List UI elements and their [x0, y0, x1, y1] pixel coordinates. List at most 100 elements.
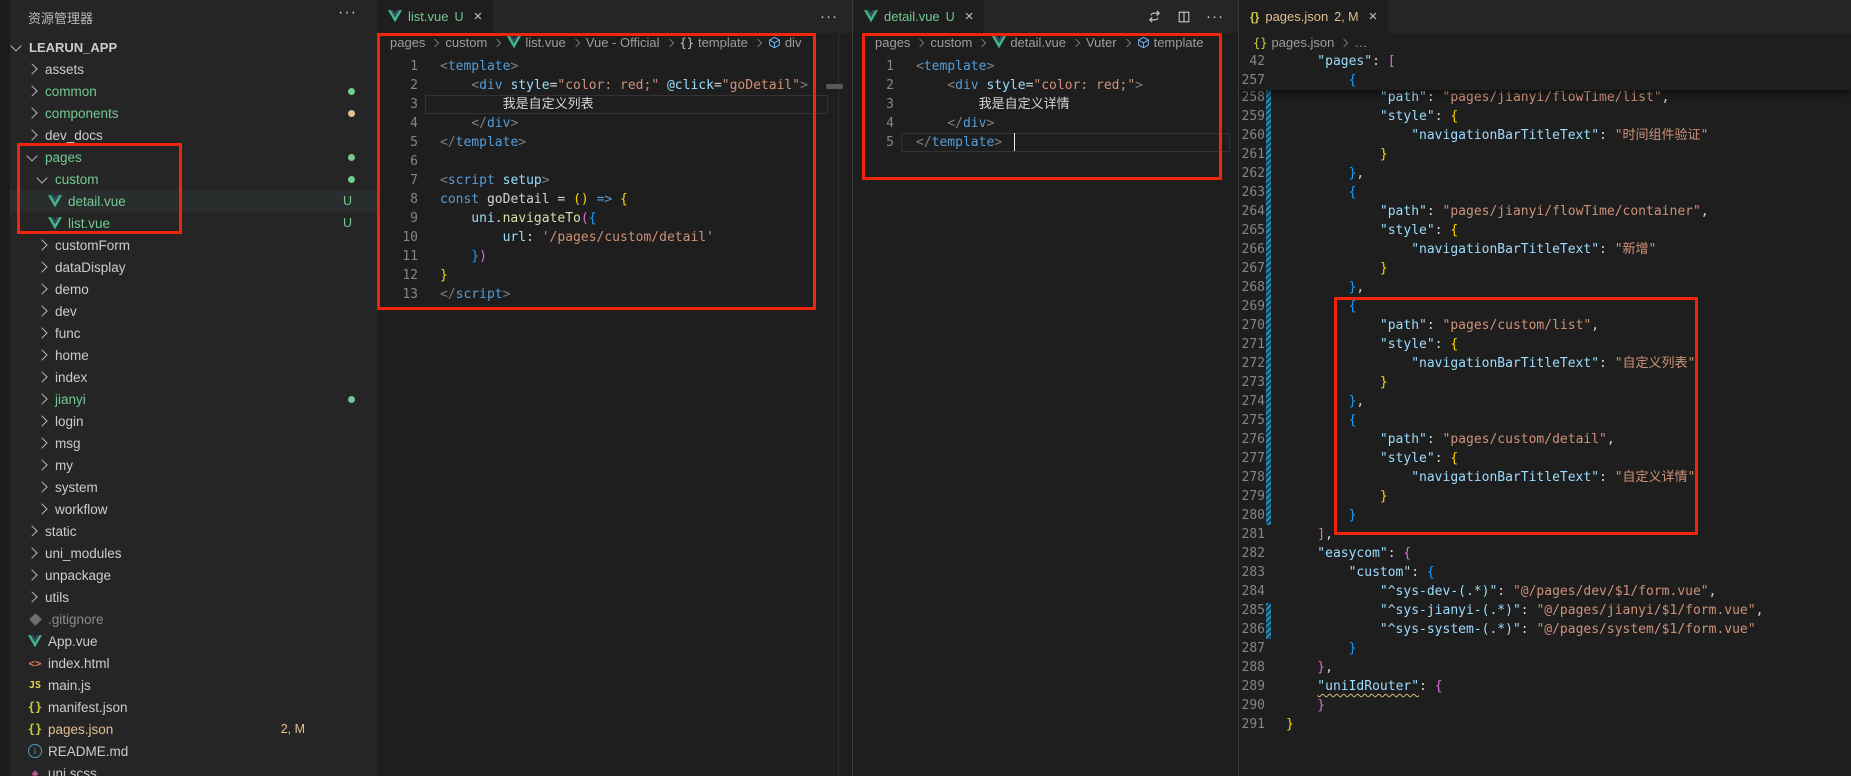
split-editor-icon[interactable] — [1177, 10, 1191, 24]
tree-item-utils[interactable]: utils — [0, 586, 377, 608]
tree-item-uni-scss[interactable]: ◈uni.scss — [0, 762, 377, 776]
git-untracked-badge: U — [343, 216, 352, 230]
tree-item-static[interactable]: static — [0, 520, 377, 542]
tree-item-label: home — [55, 348, 89, 363]
code-line: 12} — [377, 266, 852, 285]
tree-item-label: assets — [45, 62, 84, 77]
tree-item-msg[interactable]: msg — [0, 432, 377, 454]
code-line: 3我是自定义列表 — [377, 95, 852, 114]
code-line: 10url: '/pages/custom/detail' — [377, 228, 852, 247]
tree-item-label: index.html — [48, 656, 110, 671]
tree-root-learun-app[interactable]: LEARUN_APP — [0, 36, 377, 58]
breadcrumb-separator-icon — [493, 38, 501, 46]
close-icon[interactable]: × — [1369, 8, 1378, 25]
tree-item-assets[interactable]: assets — [0, 58, 377, 80]
breadcrumb-item[interactable]: div — [768, 35, 802, 50]
tree-item-readme-md[interactable]: iREADME.md — [0, 740, 377, 762]
breadcrumb-item[interactable]: list.vue — [507, 35, 565, 50]
tree-item-customform[interactable]: customForm — [0, 234, 377, 256]
tree-item-my[interactable]: my — [0, 454, 377, 476]
tree-item-custom[interactable]: custom — [0, 168, 377, 190]
breadcrumb-item[interactable]: template — [1137, 35, 1204, 50]
line-text: <div style="color: red;"> — [916, 76, 1143, 95]
tree-item-uni-modules[interactable]: uni_modules — [0, 542, 377, 564]
tree-item-detail-vue[interactable]: detail.vueU — [0, 190, 377, 212]
explorer-more-actions-icon[interactable]: ··· — [338, 4, 357, 22]
tree-item-datadisplay[interactable]: dataDisplay — [0, 256, 377, 278]
tree-item-pages-json[interactable]: {}pages.json2, M — [0, 718, 377, 740]
line-text: "^sys-jianyi-(.*)": "@/pages/jianyi/$1/f… — [1286, 601, 1763, 620]
tree-item-login[interactable]: login — [0, 410, 377, 432]
line-text: } — [1286, 145, 1388, 164]
line-number: 2 — [377, 76, 418, 95]
breadcrumb-item[interactable]: detail.vue — [992, 35, 1066, 50]
line-number: 5 — [377, 133, 418, 152]
line-text: const goDetail = () => { — [440, 190, 628, 209]
tree-item-components[interactable]: components — [0, 102, 377, 124]
code-line: 273} — [1239, 373, 1851, 392]
tab-pages-json[interactable]: {}pages.json2, M× — [1239, 0, 1388, 33]
tree-item-index-html[interactable]: <> index.html — [0, 652, 377, 674]
git-problems-badge: 2, M — [281, 722, 305, 736]
breadcrumb-item[interactable]: pages — [390, 35, 425, 50]
tree-item-index[interactable]: index — [0, 366, 377, 388]
vue-icon — [992, 36, 1006, 49]
chevron-right-icon — [26, 63, 37, 74]
code-line: 290} — [1239, 696, 1851, 715]
breadcrumb-label: custom — [445, 35, 487, 50]
line-number: 1 — [377, 57, 418, 76]
tree-item-pages[interactable]: pages — [0, 146, 377, 168]
line-number: 3 — [853, 95, 894, 114]
breadcrumb-item[interactable]: {}template — [680, 35, 748, 50]
file-type-icon-wrap: <> — [26, 657, 44, 670]
tree-item-workflow[interactable]: workflow — [0, 498, 377, 520]
breadcrumb-item[interactable]: custom — [930, 35, 972, 50]
breadcrumb-item[interactable]: custom — [445, 35, 487, 50]
tree-item-demo[interactable]: demo — [0, 278, 377, 300]
tree-item-manifest-json[interactable]: {}manifest.json — [0, 696, 377, 718]
tree-item-system[interactable]: system — [0, 476, 377, 498]
more-actions-icon[interactable]: ··· — [820, 8, 838, 25]
code-line: 1<template> — [377, 57, 852, 76]
tab-detail-vue[interactable]: detail.vueU× — [853, 0, 984, 33]
minimap-slider[interactable] — [826, 84, 843, 89]
sticky-scroll[interactable]: 42"pages": [257{ — [1239, 52, 1851, 90]
tree-item-jianyi[interactable]: jianyi — [0, 388, 377, 410]
chevron-right-icon — [36, 239, 47, 250]
git-status-dot — [348, 176, 355, 183]
more-actions-icon[interactable]: ··· — [1206, 8, 1224, 25]
breadcrumb-label: pages — [875, 35, 910, 50]
code-area-pages-json[interactable]: 258"path": "pages/jianyi/flowTime/list",… — [1239, 52, 1851, 776]
tree-item-dev[interactable]: dev — [0, 300, 377, 322]
breadcrumb-item[interactable]: {}pages.json — [1253, 35, 1334, 50]
tree-item-app-vue[interactable]: App.vue — [0, 630, 377, 652]
close-icon[interactable]: × — [965, 8, 974, 25]
open-changes-icon[interactable] — [1147, 9, 1162, 24]
tree-item--gitignore[interactable]: .gitignore — [0, 608, 377, 630]
close-icon[interactable]: × — [474, 8, 483, 25]
line-number: 280 — [1239, 506, 1265, 525]
tree-item-main-js[interactable]: JSmain.js — [0, 674, 377, 696]
tree-item-common[interactable]: common — [0, 80, 377, 102]
code-line: 264"path": "pages/jianyi/flowTime/contai… — [1239, 202, 1851, 221]
breadcrumb-item[interactable]: Vue - Official — [586, 35, 660, 50]
tree-item-home[interactable]: home — [0, 344, 377, 366]
tree-item-label: func — [55, 326, 81, 341]
code-area-list-vue[interactable]: 1<template>2<div style="color: red;" @cl… — [377, 52, 852, 776]
tree-item-dev-docs[interactable]: dev_docs — [0, 124, 377, 146]
breadcrumb-item[interactable]: … — [1354, 35, 1367, 50]
line-text: } — [1286, 373, 1388, 392]
code-area-detail-vue[interactable]: 1<template>2<div style="color: red;">3我是… — [853, 52, 1238, 776]
cube-icon — [1137, 36, 1150, 49]
tab-list-vue[interactable]: list.vueU× — [377, 0, 493, 33]
breadcrumb-list-vue: pages custom list.vue Vue - Official {}templ… — [377, 33, 852, 52]
code-line: 287} — [1239, 639, 1851, 658]
line-text: "easycom": { — [1286, 544, 1411, 563]
tree-item-unpackage[interactable]: unpackage — [0, 564, 377, 586]
breadcrumb-item[interactable]: pages — [875, 35, 910, 50]
tree-item-list-vue[interactable]: list.vueU — [0, 212, 377, 234]
code-line: 3我是自定义详情 — [853, 95, 1238, 114]
breadcrumb-item[interactable]: Vuter — [1086, 35, 1117, 50]
tree-item-func[interactable]: func — [0, 322, 377, 344]
text-cursor — [1014, 133, 1016, 151]
